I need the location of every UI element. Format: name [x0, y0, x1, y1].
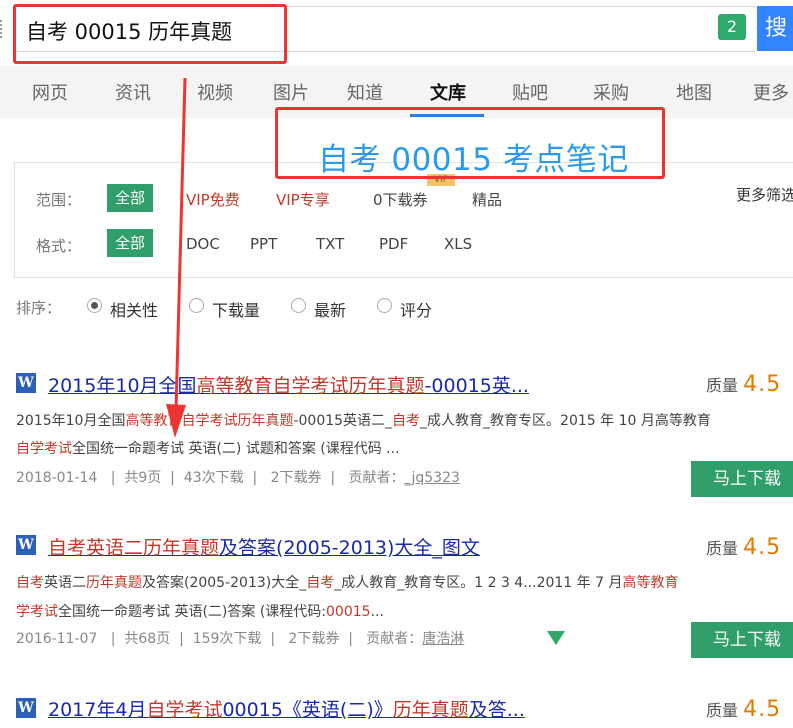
annotation-arrow	[166, 77, 187, 438]
